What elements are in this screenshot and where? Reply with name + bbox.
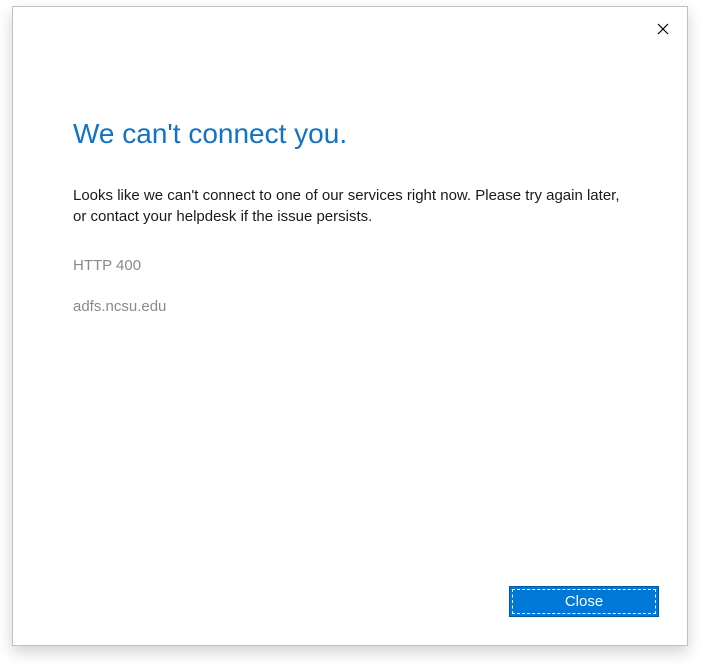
close-button[interactable]: Close (509, 586, 659, 617)
server-name: adfs.ncsu.edu (73, 298, 627, 315)
error-code: HTTP 400 (73, 257, 627, 274)
dialog-content: We can't connect you. Looks like we can'… (13, 7, 687, 315)
close-icon[interactable] (651, 17, 675, 41)
dialog-heading: We can't connect you. (73, 117, 627, 151)
error-dialog: We can't connect you. Looks like we can'… (12, 6, 688, 646)
button-row: Close (509, 586, 659, 617)
dialog-message: Looks like we can't connect to one of ou… (73, 185, 627, 227)
